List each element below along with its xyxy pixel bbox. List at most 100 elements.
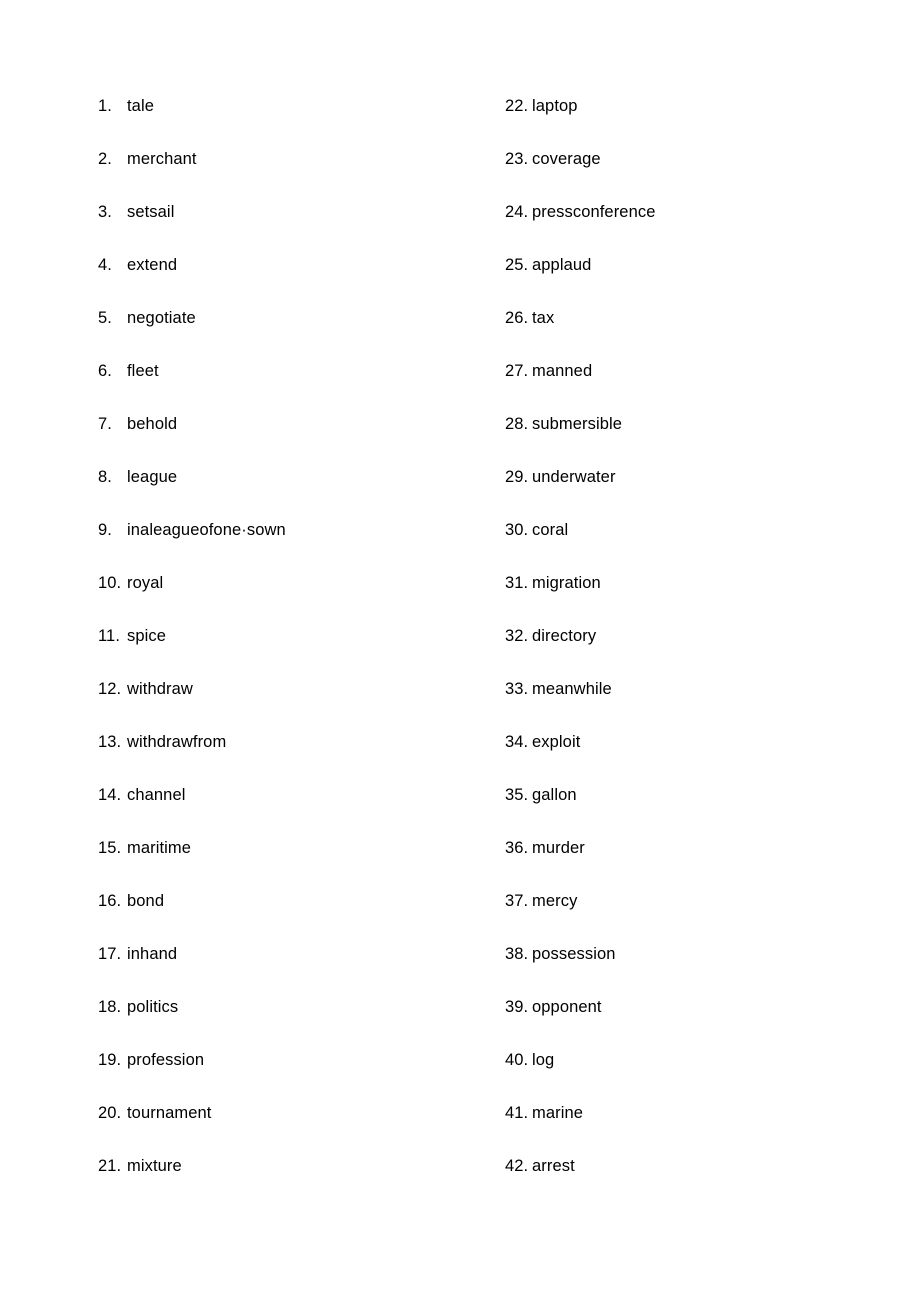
vocabulary-item-number: 23. xyxy=(505,150,529,168)
vocabulary-item-number: 29. xyxy=(505,468,529,486)
vocabulary-item: 17. inhand xyxy=(98,944,407,997)
vocabulary-item-word: profession xyxy=(127,1051,205,1069)
vocabulary-item-number: 39. xyxy=(505,998,529,1016)
vocabulary-item: 10. royal xyxy=(98,573,407,626)
vocabulary-item-word: marine xyxy=(532,1104,584,1122)
vocabulary-column-right: 22. laptop 23. coverage 24. pressconference 25… xyxy=(407,96,920,1209)
vocabulary-item: 28. submersible xyxy=(505,414,920,467)
vocabulary-item-number: 16. xyxy=(98,892,122,910)
vocabulary-item-word: behold xyxy=(127,415,178,433)
vocabulary-item: 35. gallon xyxy=(505,785,920,838)
vocabulary-item: 2. merchant xyxy=(98,149,407,202)
vocabulary-item-number: 19. xyxy=(98,1051,122,1069)
vocabulary-item-number: 13. xyxy=(98,733,122,751)
vocabulary-item: 36. murder xyxy=(505,838,920,891)
vocabulary-item-number: 11. xyxy=(98,627,121,645)
vocabulary-item-word: tax xyxy=(532,309,555,327)
vocabulary-item: 21. mixture xyxy=(98,1156,407,1209)
vocabulary-item-number: 30. xyxy=(505,521,529,539)
vocabulary-item: 6. fleet xyxy=(98,361,407,414)
vocabulary-item-number: 37. xyxy=(505,892,529,910)
vocabulary-item-word: negotiate xyxy=(127,309,196,327)
vocabulary-item: 37. mercy xyxy=(505,891,920,944)
vocabulary-item-number: 20. xyxy=(98,1104,122,1122)
vocabulary-item: 29. underwater xyxy=(505,467,920,520)
vocabulary-item-word: withdraw xyxy=(127,680,193,698)
vocabulary-list: 1. tale 2. merchant 3. setsail 4. extend 5. negot… xyxy=(0,96,920,1209)
vocabulary-item-number: 31. xyxy=(505,574,529,592)
vocabulary-item-number: 28. xyxy=(505,415,529,433)
vocabulary-item: 15. maritime xyxy=(98,838,407,891)
vocabulary-item: 30. coral xyxy=(505,520,920,573)
vocabulary-item-number: 12. xyxy=(98,680,122,698)
vocabulary-item: 38. possession xyxy=(505,944,920,997)
vocabulary-item-word: murder xyxy=(532,839,585,857)
vocabulary-item-number: 2. xyxy=(98,150,112,168)
vocabulary-item: 39. opponent xyxy=(505,997,920,1050)
vocabulary-item-number: 8. xyxy=(98,468,112,486)
vocabulary-item-word: pressconference xyxy=(532,203,656,221)
vocabulary-item: 20. tournament xyxy=(98,1103,407,1156)
vocabulary-item-word: coverage xyxy=(532,150,601,168)
vocabulary-item: 18. politics xyxy=(98,997,407,1050)
vocabulary-item-word: opponent xyxy=(532,998,602,1016)
vocabulary-item-word: meanwhile xyxy=(532,680,612,698)
vocabulary-item-word: coral xyxy=(532,521,569,539)
vocabulary-column-left: 1. tale 2. merchant 3. setsail 4. extend 5. negot… xyxy=(0,96,407,1209)
vocabulary-item-word: tournament xyxy=(127,1104,212,1122)
vocabulary-item: 26. tax xyxy=(505,308,920,361)
vocabulary-item: 9. inaleagueofone·sown xyxy=(98,520,407,573)
vocabulary-item-word: log xyxy=(532,1051,555,1069)
vocabulary-item-number: 14. xyxy=(98,786,122,804)
vocabulary-item-word: laptop xyxy=(532,97,578,115)
vocabulary-item-word: merchant xyxy=(127,150,197,168)
vocabulary-item-number: 9. xyxy=(98,521,112,539)
vocabulary-item: 31. migration xyxy=(505,573,920,626)
vocabulary-item-number: 42. xyxy=(505,1157,529,1175)
vocabulary-item-number: 6. xyxy=(98,362,112,380)
vocabulary-item-number: 32. xyxy=(505,627,529,645)
vocabulary-item-word: underwater xyxy=(532,468,616,486)
vocabulary-item-word: inaleagueofone·sown xyxy=(127,521,286,539)
vocabulary-item-number: 34. xyxy=(505,733,529,751)
vocabulary-item-number: 36. xyxy=(505,839,529,857)
vocabulary-item-word: arrest xyxy=(532,1157,575,1175)
vocabulary-item: 33. meanwhile xyxy=(505,679,920,732)
vocabulary-item-word: royal xyxy=(127,574,164,592)
vocabulary-item: 4. extend xyxy=(98,255,407,308)
vocabulary-item-number: 27. xyxy=(505,362,529,380)
vocabulary-item: 25. applaud xyxy=(505,255,920,308)
vocabulary-item-word: directory xyxy=(532,627,597,645)
vocabulary-item: 19. profession xyxy=(98,1050,407,1103)
vocabulary-item: 14. channel xyxy=(98,785,407,838)
vocabulary-item-word: extend xyxy=(127,256,178,274)
vocabulary-item-number: 10. xyxy=(98,574,122,592)
vocabulary-item-number: 40. xyxy=(505,1051,529,1069)
vocabulary-item-number: 21. xyxy=(98,1157,122,1175)
vocabulary-item-word: setsail xyxy=(127,203,175,221)
vocabulary-item-word: fleet xyxy=(127,362,159,380)
vocabulary-item: 13. withdrawfrom xyxy=(98,732,407,785)
vocabulary-item-number: 1. xyxy=(98,97,112,115)
vocabulary-item-word: bond xyxy=(127,892,165,910)
vocabulary-item: 34. exploit xyxy=(505,732,920,785)
vocabulary-item-word: politics xyxy=(127,998,179,1016)
vocabulary-item: 11. spice xyxy=(98,626,407,679)
vocabulary-item-number: 7. xyxy=(98,415,112,433)
vocabulary-item-number: 25. xyxy=(505,256,529,274)
vocabulary-item: 40. log xyxy=(505,1050,920,1103)
vocabulary-item-word: gallon xyxy=(532,786,577,804)
vocabulary-item-word: league xyxy=(127,468,178,486)
vocabulary-item-word: submersible xyxy=(532,415,623,433)
vocabulary-item-number: 18. xyxy=(98,998,122,1016)
vocabulary-item: 3. setsail xyxy=(98,202,407,255)
vocabulary-item: 1. tale xyxy=(98,96,407,149)
vocabulary-item: 12. withdraw xyxy=(98,679,407,732)
vocabulary-item-word: spice xyxy=(127,627,167,645)
vocabulary-item: 32. directory xyxy=(505,626,920,679)
vocabulary-item-number: 5. xyxy=(98,309,112,327)
vocabulary-item-number: 15. xyxy=(98,839,122,857)
vocabulary-item-number: 4. xyxy=(98,256,112,274)
vocabulary-item-number: 41. xyxy=(505,1104,529,1122)
vocabulary-item-word: channel xyxy=(127,786,186,804)
